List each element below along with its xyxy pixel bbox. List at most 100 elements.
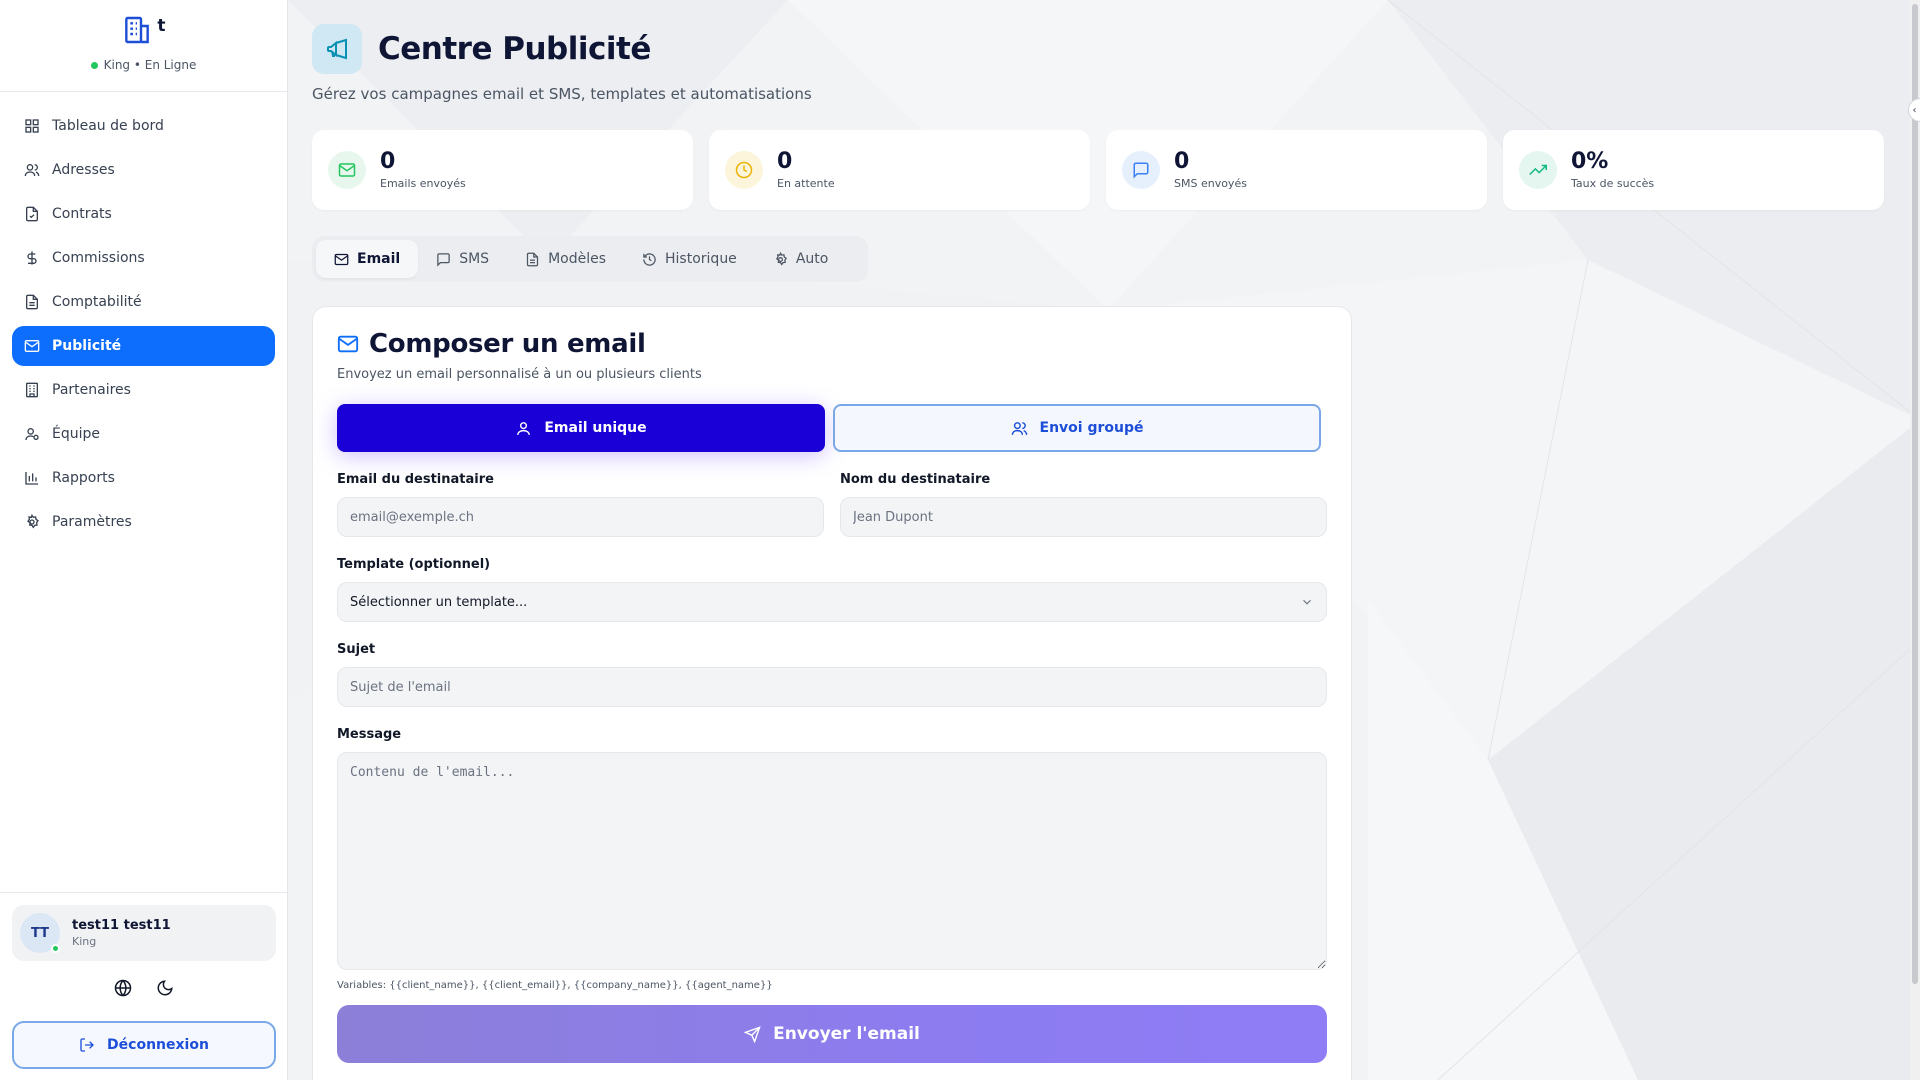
- sidebar-item-label: Comptabilité: [52, 294, 142, 310]
- sidebar-item-label: Rapports: [52, 470, 115, 486]
- globe-icon[interactable]: [114, 979, 132, 997]
- tab-email[interactable]: Email: [316, 240, 419, 278]
- single-email-button[interactable]: Email unique: [337, 404, 825, 452]
- file-text-icon: [26, 294, 38, 310]
- header-icon-box: [312, 24, 362, 74]
- moon-icon[interactable]: [156, 979, 174, 997]
- brand-logo[interactable]: t: [121, 14, 166, 52]
- recipient-email-input[interactable]: [337, 497, 824, 537]
- utility-row: [12, 979, 276, 1001]
- sidebar-item-label: Adresses: [52, 162, 115, 178]
- sidebar-item-accounting[interactable]: Comptabilité: [12, 282, 275, 322]
- dollar-icon: [27, 251, 37, 265]
- subject-input[interactable]: [337, 667, 1327, 707]
- building-icon: [26, 382, 38, 398]
- mail-icon: [24, 340, 40, 352]
- main-content: Centre Publicité Gérez vos campagnes ema…: [288, 0, 1920, 1080]
- online-dot: [90, 61, 98, 69]
- recipient-email-label: Email du destinataire: [337, 472, 494, 487]
- sidebar-item-reports[interactable]: Rapports: [12, 458, 275, 498]
- stats-row: 0 Emails envoyés 0 En attente 0 SMS envo…: [312, 130, 1884, 210]
- tab-label: Email: [357, 251, 401, 267]
- stat-card-success-rate: 0% Taux de succès: [1503, 130, 1884, 210]
- message-field-group: Message Variables: {{client_name}}, {{cl…: [337, 727, 1327, 991]
- sidebar-item-addresses[interactable]: Adresses: [12, 150, 275, 190]
- tab-label: Modèles: [548, 251, 607, 267]
- group-send-label: Envoi groupé: [1039, 420, 1144, 436]
- trending-up-icon: [1529, 164, 1547, 176]
- stat-card-pending: 0 En attente: [709, 130, 1090, 210]
- sidebar-item-label: Tableau de bord: [52, 118, 164, 134]
- tab-label: SMS: [459, 251, 490, 267]
- compose-email-card: Composer un email Envoyez un email perso…: [312, 306, 1352, 1080]
- tab-templates[interactable]: Modèles: [507, 240, 624, 278]
- stat-icon-box: [328, 151, 366, 189]
- send-icon: [744, 1025, 761, 1043]
- card-title-text: Composer un email: [369, 329, 646, 359]
- template-label: Template (optionnel): [337, 557, 491, 572]
- building-logo-icon: [125, 16, 150, 44]
- file-text-icon: [526, 252, 539, 266]
- sidebar-item-label: Partenaires: [52, 382, 131, 398]
- group-send-button[interactable]: Envoi groupé: [833, 404, 1321, 452]
- logout-button[interactable]: Déconnexion: [12, 1021, 276, 1069]
- gear-icon: [27, 514, 39, 529]
- sidebar-item-advertising[interactable]: Publicité: [12, 326, 275, 366]
- page-subtitle: Gérez vos campagnes email et SMS, templa…: [312, 85, 812, 103]
- sidebar-item-team[interactable]: Équipe: [12, 414, 275, 454]
- stat-label: SMS envoyés: [1174, 176, 1247, 190]
- avatar-initials: TT: [30, 925, 50, 941]
- single-email-label: Email unique: [544, 420, 647, 436]
- sidebar-item-label: Commissions: [52, 250, 145, 266]
- sidebar-item-commissions[interactable]: Commissions: [12, 238, 275, 278]
- tab-sms[interactable]: SMS: [418, 240, 507, 278]
- stat-icon-box: [1122, 151, 1160, 189]
- stat-label: En attente: [777, 176, 835, 190]
- stat-icon-box: [1519, 151, 1557, 189]
- recipient-name-field-group: Nom du destinataire: [840, 472, 1327, 537]
- stat-value: 0: [777, 148, 793, 174]
- card-title: Composer un email: [337, 329, 1327, 359]
- sidebar-item-label: Publicité: [52, 338, 122, 354]
- brand: t King • En Ligne: [0, 0, 287, 92]
- template-select[interactable]: Sélectionner un template...: [337, 582, 1327, 622]
- stat-value: 0: [380, 148, 396, 174]
- stat-card-emails-sent: 0 Emails envoyés: [312, 130, 693, 210]
- user-role: King: [72, 935, 97, 948]
- recipient-name-label: Nom du destinataire: [840, 472, 991, 487]
- tab-bar: Email SMS Modèles Historique Auto: [312, 236, 868, 282]
- scrollbar-thumb[interactable]: [1912, 4, 1918, 984]
- brand-mark: t: [157, 16, 166, 36]
- user-card[interactable]: TT test11 test11 King: [12, 905, 276, 961]
- scrollbar[interactable]: [1910, 0, 1920, 1080]
- sidebar-item-contracts[interactable]: Contrats: [12, 194, 275, 234]
- clock-icon: [735, 161, 753, 179]
- card-description: Envoyez un email personnalisé à un ou pl…: [337, 367, 702, 382]
- bar-chart-icon: [25, 472, 38, 485]
- chevron-down-icon: [1303, 599, 1311, 605]
- users-icon: [24, 164, 40, 177]
- tab-auto[interactable]: Auto: [755, 240, 847, 278]
- tab-label: Historique: [665, 251, 737, 267]
- team-icon: [25, 428, 39, 441]
- template-selected-value: Sélectionner un template...: [350, 594, 528, 610]
- chevron-left-icon: ‹: [1912, 104, 1917, 116]
- recipient-name-input[interactable]: [840, 497, 1327, 537]
- subject-label: Sujet: [337, 642, 376, 657]
- message-textarea[interactable]: [337, 752, 1327, 970]
- recipient-row: Email du destinataire Nom du destinatair…: [337, 472, 1327, 537]
- stat-label: Taux de succès: [1571, 176, 1655, 190]
- sidebar-item-dashboard[interactable]: Tableau de bord: [12, 106, 275, 146]
- sidebar-item-partners[interactable]: Partenaires: [12, 370, 275, 410]
- tab-history[interactable]: Historique: [624, 240, 755, 278]
- stat-label: Emails envoyés: [380, 176, 466, 190]
- message-label: Message: [337, 727, 402, 742]
- template-field-group: Template (optionnel) Sélectionner un tem…: [337, 557, 1327, 622]
- variables-hint: Variables: {{client_name}}, {{client_ema…: [337, 980, 773, 991]
- users-icon: [1011, 421, 1027, 435]
- brand-status: King • En Ligne: [90, 58, 196, 72]
- sidebar-item-settings[interactable]: Paramètres: [12, 502, 275, 542]
- tab-label: Auto: [795, 251, 829, 267]
- message-icon: [437, 252, 450, 267]
- send-email-button[interactable]: Envoyer l'email: [337, 1005, 1327, 1063]
